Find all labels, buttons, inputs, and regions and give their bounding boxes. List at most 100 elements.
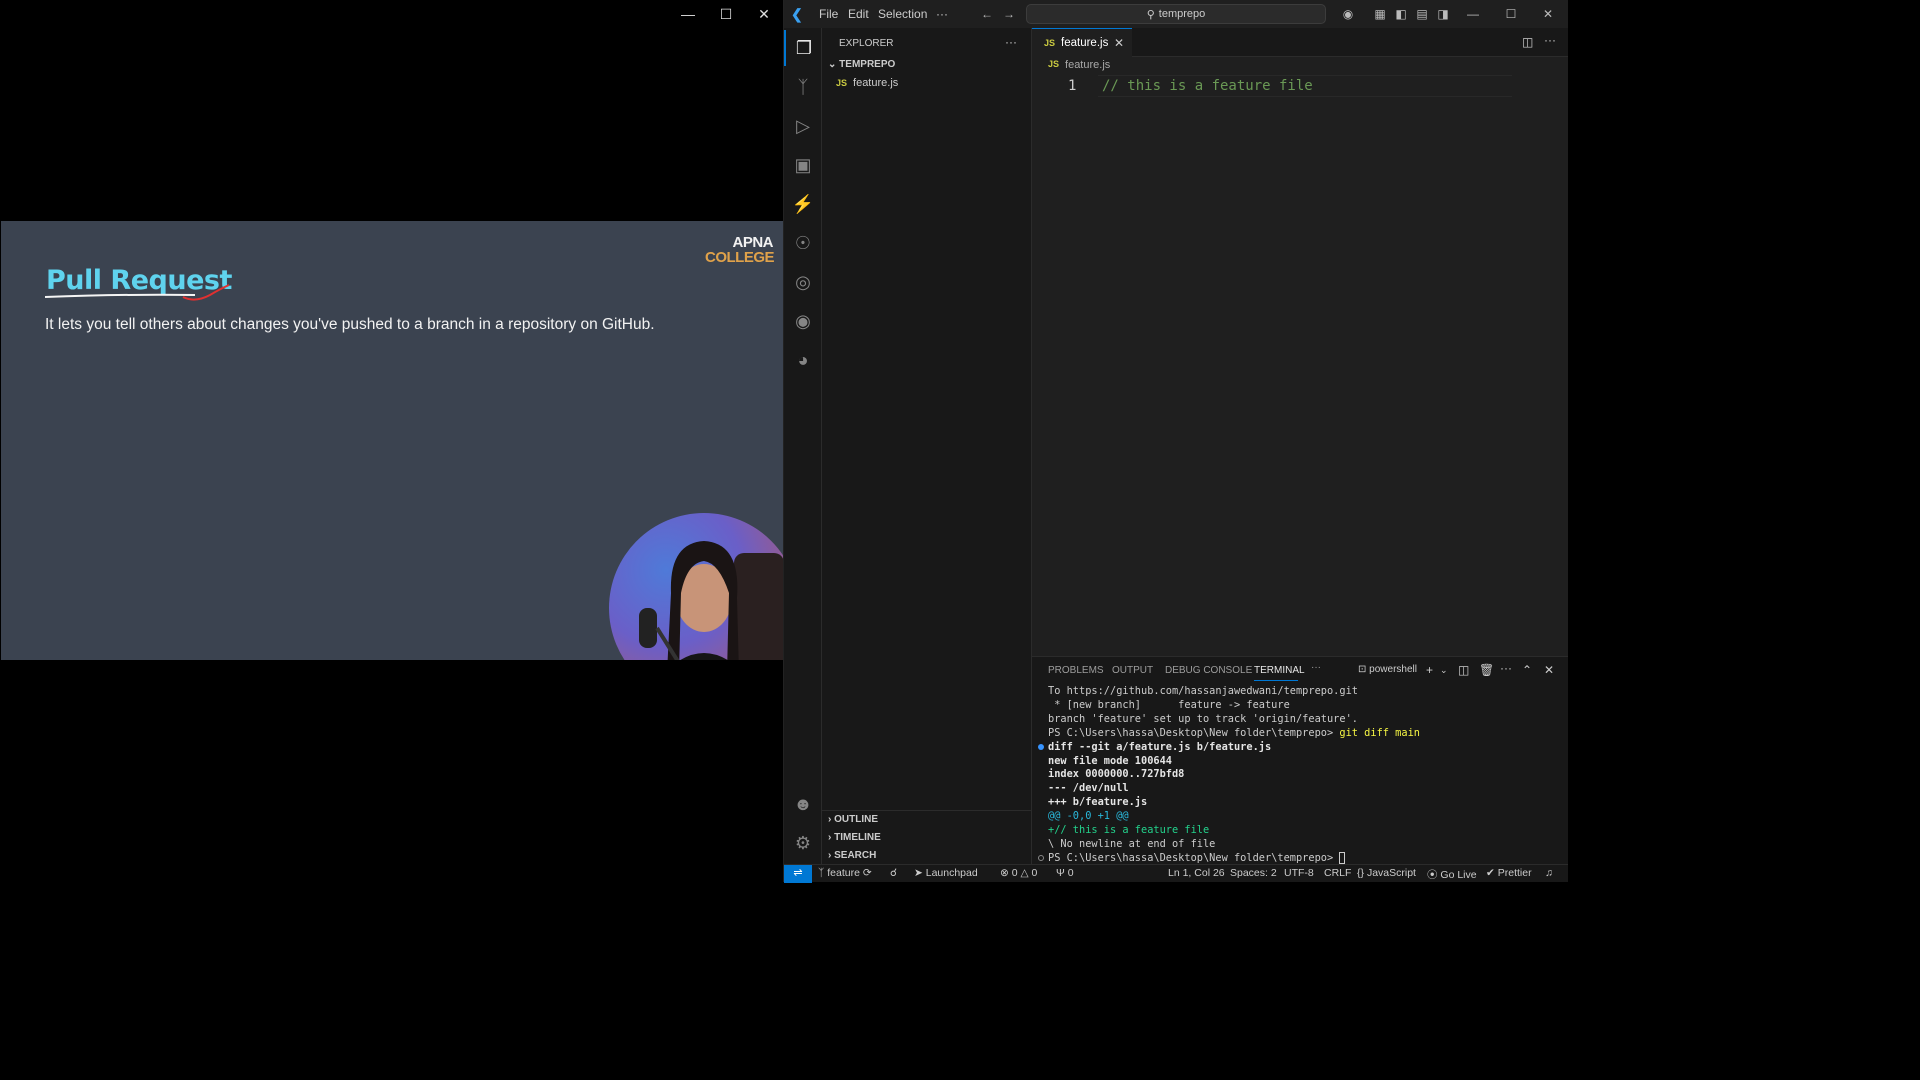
back-arrow-icon[interactable]: ← <box>979 6 995 22</box>
encoding[interactable]: UTF-8 <box>1284 867 1314 879</box>
section-label: TIMELINE <box>834 832 881 843</box>
explorer-icon[interactable]: ❐ <box>784 30 822 66</box>
go-live-button[interactable]: ⦿ Go Live <box>1427 867 1477 882</box>
menu-file[interactable]: File <box>819 7 838 21</box>
ports-count: 0 <box>1067 867 1074 879</box>
settings-gear-icon[interactable]: ⚙ <box>784 825 822 861</box>
command-decoration-icon[interactable] <box>1038 855 1044 861</box>
launchpad-item[interactable]: ➤ Launchpad <box>914 867 978 879</box>
toggle-sidebar-icon[interactable]: ◧ <box>1393 6 1409 22</box>
notifications-bell-icon[interactable]: ♫ <box>1545 867 1553 879</box>
prettier-label: Prettier <box>1497 867 1532 879</box>
title-underline <box>45 284 230 301</box>
explorer-title: EXPLORER <box>839 38 894 49</box>
terminal-line: * [new branch] feature -> feature <box>1048 698 1290 711</box>
cursor-position[interactable]: Ln 1, Col 26 <box>1168 867 1225 879</box>
minimize-icon[interactable]: — <box>1465 6 1481 22</box>
activity-bar: ❐ ᛉ ▷ ▣ ⚡ ☉ ◎ ◉ ◕ ☻ ⚙ <box>784 28 822 864</box>
split-terminal-icon[interactable]: ◫ <box>1458 663 1469 677</box>
divider <box>822 810 1032 811</box>
breadcrumb-file: feature.js <box>1065 59 1111 71</box>
git-graph-status-icon[interactable]: ☌ <box>890 867 897 879</box>
toggle-secondary-sidebar-icon[interactable]: ◨ <box>1435 6 1451 22</box>
terminal-line: @@ -0,0 +1 @@ <box>1048 810 1129 823</box>
section-timeline[interactable]: › TIMELINE <box>828 832 881 843</box>
window-controls: — ☐ ✕ <box>669 0 783 28</box>
terminal-cursor <box>1339 851 1346 864</box>
extensions-icon[interactable]: ▣ <box>784 147 822 183</box>
command-center-search[interactable]: ⚲ temprepo <box>1026 4 1326 24</box>
chevron-right-icon: › <box>828 850 832 861</box>
split-editor-icon[interactable]: ◫ <box>1522 35 1533 49</box>
tab-debug-console[interactable]: DEBUG CONSOLE <box>1165 665 1252 676</box>
menu-selection[interactable]: Selection <box>878 7 927 21</box>
toggle-panel-icon[interactable]: ▤ <box>1414 6 1430 22</box>
section-outline[interactable]: › OUTLINE <box>828 814 878 825</box>
branch-indicator[interactable]: ᛉ feature ⟳ <box>818 867 872 879</box>
end-of-line[interactable]: CRLF <box>1324 867 1351 879</box>
git-branch-icon: ᛉ <box>818 867 825 879</box>
maximize-icon[interactable]: ☐ <box>1503 6 1519 22</box>
editor-more-icon[interactable]: ··· <box>1544 33 1556 47</box>
close-panel-icon[interactable]: ✕ <box>1544 663 1554 677</box>
title-bar: ❮ File Edit Selection ··· ← → ⚲ temprepo… <box>784 0 1568 28</box>
git-graph-icon[interactable]: ☉ <box>784 225 822 261</box>
tab-terminal[interactable]: TERMINAL <box>1254 665 1305 676</box>
layout-custom-icon[interactable]: ▦ <box>1372 6 1388 22</box>
code-line[interactable]: // this is a feature file <box>1102 78 1313 94</box>
terminal-output[interactable]: To https://github.com/hassanjawedwani/te… <box>1048 685 1420 866</box>
source-control-icon[interactable]: ᛉ <box>784 69 822 105</box>
forward-arrow-icon[interactable]: → <box>1001 6 1017 22</box>
terminal-line: diff --git a/feature.js b/feature.js <box>1048 740 1272 753</box>
vscode-logo-icon: ❮ <box>791 6 803 22</box>
tab-close-icon[interactable]: ✕ <box>1114 36 1124 50</box>
copilot-icon[interactable]: ◉ <box>1340 6 1356 22</box>
maximize-icon[interactable]: ☐ <box>707 0 745 28</box>
folder-label: TEMPREPO <box>839 59 896 70</box>
maximize-panel-icon[interactable]: ⌃ <box>1522 663 1532 677</box>
panel-more-icon[interactable]: ··· <box>1311 662 1321 673</box>
breadcrumb[interactable]: JS feature.js <box>1048 59 1110 71</box>
menu-more[interactable]: ··· <box>936 7 948 21</box>
minimize-icon[interactable]: — <box>669 0 707 28</box>
section-search[interactable]: › SEARCH <box>828 850 876 861</box>
remote-indicator-icon[interactable]: ⇌ <box>784 865 812 883</box>
terminal-shell-selector[interactable]: ⊡ powershell <box>1358 664 1417 675</box>
new-terminal-icon[interactable]: + <box>1426 663 1433 677</box>
menu-edit[interactable]: Edit <box>848 7 869 21</box>
prompt: PS C:\Users\hassa\Desktop\New folder\tem… <box>1048 851 1340 864</box>
chevron-down-icon[interactable]: ⌄ <box>1440 665 1448 676</box>
language-mode[interactable]: {} JavaScript <box>1357 867 1416 879</box>
indentation[interactable]: Spaces: 2 <box>1230 867 1277 879</box>
accounts-icon[interactable]: ☻ <box>784 786 822 822</box>
explorer-more-icon[interactable]: ··· <box>1005 35 1017 49</box>
problems-indicator[interactable]: ⊗ 0 △ 0 <box>1000 867 1037 879</box>
rocket-icon: ➤ <box>914 867 923 879</box>
thunder-client-icon[interactable]: ⚡ <box>784 186 822 222</box>
panel-actions-more-icon[interactable]: ··· <box>1500 661 1512 675</box>
file-item-feature-js[interactable]: JS feature.js <box>836 77 898 89</box>
gitkraken-icon[interactable]: ◕ <box>784 342 822 378</box>
prettier-button[interactable]: ✔ Prettier <box>1486 867 1532 879</box>
chevron-right-icon: › <box>828 832 832 843</box>
github-icon[interactable]: ◉ <box>784 303 822 339</box>
js-file-icon: JS <box>836 78 848 88</box>
run-debug-icon[interactable]: ▷ <box>784 108 822 144</box>
prompt: PS C:\Users\hassa\Desktop\New folder\tem… <box>1048 726 1340 739</box>
close-icon[interactable]: ✕ <box>745 0 783 28</box>
command: git diff main <box>1339 726 1420 739</box>
section-label: OUTLINE <box>834 814 879 825</box>
close-icon[interactable]: ✕ <box>1540 6 1556 22</box>
slide-body-text: It lets you tell others about changes yo… <box>45 316 655 333</box>
gitlens-icon[interactable]: ◎ <box>784 264 822 300</box>
tab-feature-js[interactable]: JS feature.js ✕ <box>1032 28 1132 57</box>
command-decoration-icon[interactable] <box>1038 744 1044 750</box>
ports-indicator[interactable]: Ψ 0 <box>1056 867 1074 879</box>
tab-output[interactable]: OUTPUT <box>1112 665 1153 676</box>
folder-temprepo[interactable]: ⌄ TEMPREPO <box>828 59 895 70</box>
tab-problems[interactable]: PROBLEMS <box>1048 665 1104 676</box>
trash-icon[interactable]: 🗑 <box>1479 663 1494 677</box>
terminal-line: index 0000000..727bfd8 <box>1048 768 1185 781</box>
terminal-line: branch 'feature' set up to track 'origin… <box>1048 712 1358 725</box>
section-label: SEARCH <box>834 850 877 861</box>
